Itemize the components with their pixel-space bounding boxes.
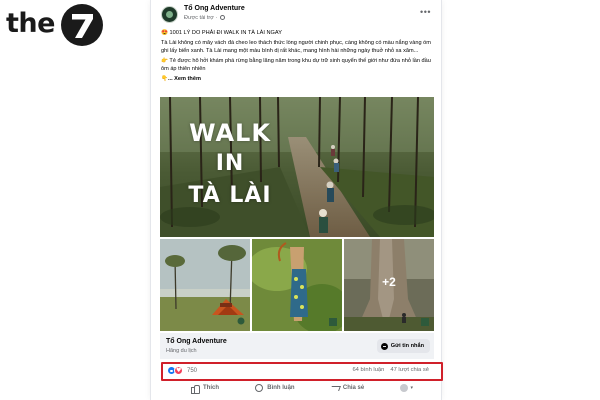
post-text-line: 👉 Tẻ được hô hởi khám phá rừng bằng lăng… <box>161 58 431 72</box>
main-photo[interactable]: WALK IN TÀ LÀI <box>160 97 434 237</box>
action-bar: Thích Bình luận Chia sẻ ▾ <box>161 381 433 395</box>
screenshot-stage: the Tổ Ong Adventure Được tài trợ · ••• … <box>0 0 600 400</box>
like-button[interactable]: Thích <box>191 384 219 394</box>
logo-seven-badge <box>61 4 103 46</box>
photo-title-walk: WALK <box>189 119 271 147</box>
post-text: 😍 1001 LÝ DO PHẢI ĐI WALK IN TÀ LÀI NGAY… <box>161 30 433 86</box>
sponsored-label: Được tài trợ · <box>184 15 218 21</box>
page-name-link[interactable]: Tổ Ong Adventure <box>184 5 245 12</box>
comment-label: Bình luận <box>267 385 295 391</box>
post-header: Tổ Ong Adventure Được tài trợ · ••• <box>161 5 433 27</box>
see-more-link[interactable]: 👇... Xem thêm <box>161 76 433 83</box>
page-avatar[interactable] <box>161 6 178 23</box>
globe-icon <box>219 15 225 21</box>
campsite-image <box>160 239 250 331</box>
insect-image <box>252 239 342 331</box>
chevron-down-icon: ▾ <box>410 385 413 391</box>
comment-button[interactable]: Bình luận <box>255 384 295 392</box>
photo-thumbnails: +2 <box>160 239 434 331</box>
post-meta: Được tài trợ · <box>184 15 225 21</box>
comment-icon <box>255 384 264 392</box>
send-message-button[interactable]: Gửi tin nhắn <box>376 339 430 353</box>
user-avatar-icon <box>400 384 409 392</box>
send-message-label: Gửi tin nhắn <box>390 343 424 349</box>
more-photos-count: +2 <box>382 275 396 289</box>
logo-text: the <box>6 8 55 39</box>
page-info-bar: Tổ Ong Adventure Hãng du lịch Gửi tin nh… <box>160 333 434 359</box>
post-text-line: 😍 1001 LÝ DO PHẢI ĐI WALK IN TÀ LÀI NGAY <box>161 30 282 36</box>
highlight-annotation <box>161 362 443 381</box>
page-info-name[interactable]: Tổ Ong Adventure <box>166 338 227 345</box>
photo-title-in: IN <box>215 151 245 176</box>
thumbs-up-icon <box>191 384 200 394</box>
share-icon <box>331 384 339 392</box>
profile-selector[interactable]: ▾ <box>400 384 413 392</box>
page-info-category: Hãng du lịch <box>166 348 197 354</box>
photo-thumbnail[interactable] <box>252 239 342 331</box>
facebook-post-card: Tổ Ong Adventure Được tài trợ · ••• 😍 10… <box>150 0 442 400</box>
like-label: Thích <box>203 385 219 391</box>
photo-thumbnail[interactable] <box>160 239 250 331</box>
photo-title-ta-lai: TÀ LÀI <box>188 183 272 208</box>
messenger-icon <box>380 342 388 350</box>
post-text-line: Tà Lài không có mây vách đá cheo leo thá… <box>161 40 431 54</box>
the7-logo: the <box>6 2 106 46</box>
share-label: Chia sẻ <box>342 385 365 391</box>
photo-thumbnail-more[interactable]: +2 <box>344 239 434 331</box>
share-button[interactable]: Chia sẻ <box>331 384 364 392</box>
more-options-icon[interactable]: ••• <box>420 7 431 17</box>
